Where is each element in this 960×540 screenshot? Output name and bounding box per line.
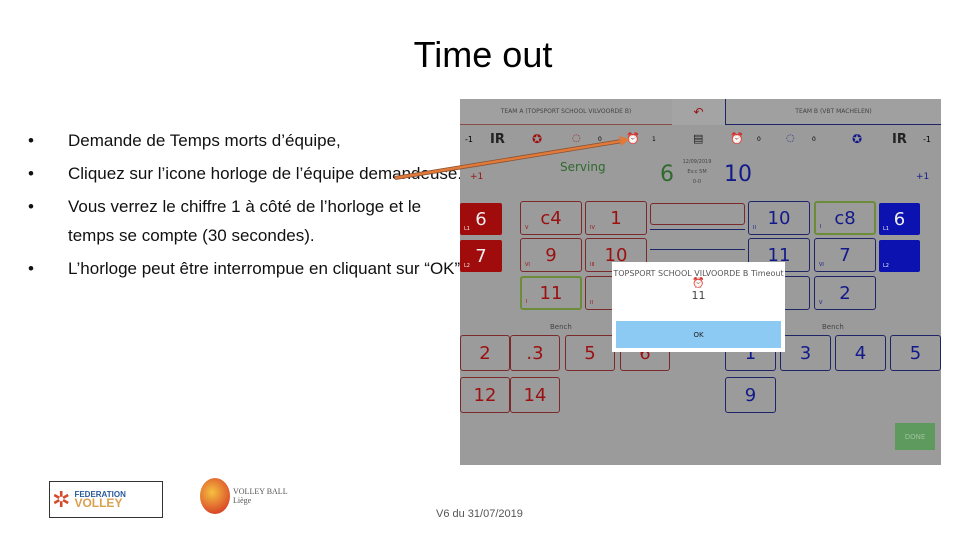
federation-volley-logo: ✲ FEDERATION VOLLEY [49,481,163,518]
slide-footer: V6 du 31/07/2019 [436,508,523,520]
volley-ball-liege-logo: VOLLEY BALL Liège [200,478,288,514]
pointer-arrow [394,136,630,180]
